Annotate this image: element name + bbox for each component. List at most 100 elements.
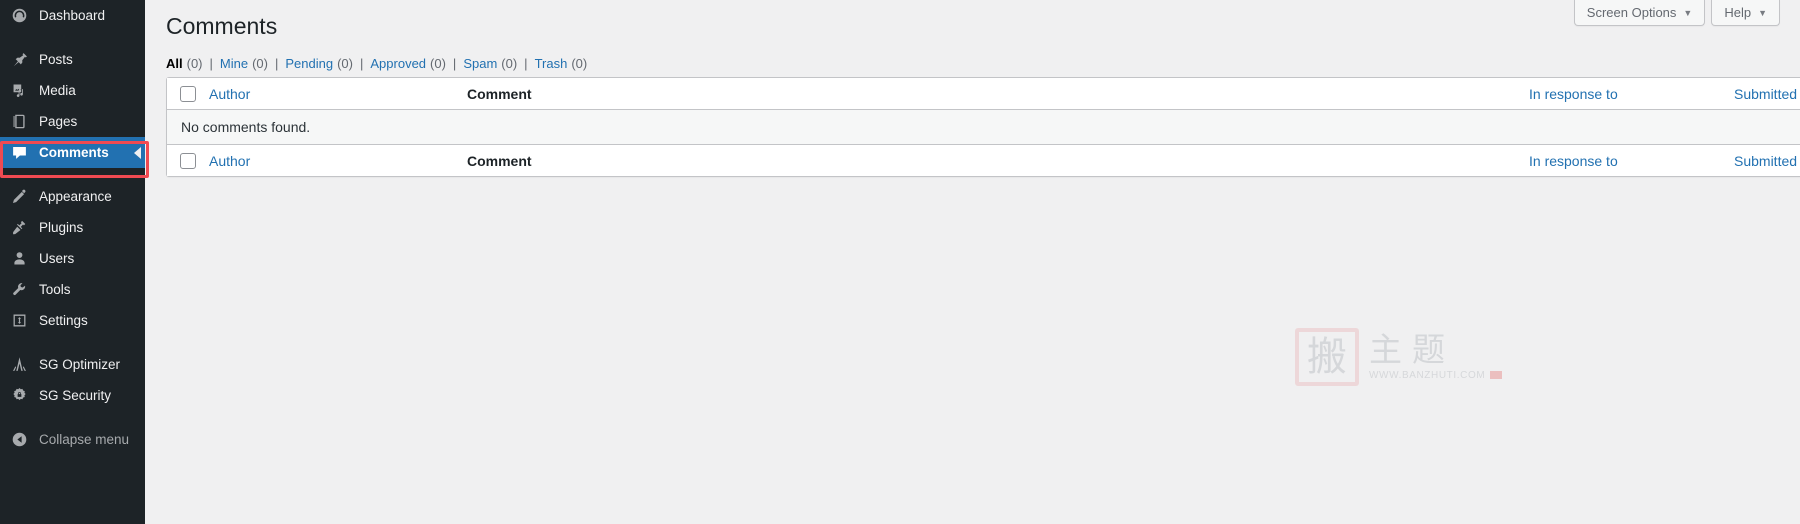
comments-table: Author Comment In response to Submitted … — [166, 77, 1800, 177]
filter-separator: | — [274, 56, 279, 71]
column-header-comment-label: Comment — [467, 85, 532, 102]
column-header-submitted-link[interactable]: Submitted on — [1734, 86, 1800, 102]
select-all-checkbox[interactable] — [180, 85, 196, 102]
sidebar-item-label: SG Optimizer — [39, 356, 121, 372]
sidebar-item-label: Pages — [39, 113, 78, 129]
empty-state-message: No comments found. — [181, 119, 311, 135]
watermark: 搬 主题 WWW.BANZHUTI.COM — [1295, 326, 1503, 388]
sidebar-item-dashboard[interactable]: Dashboard — [0, 0, 145, 31]
watermark-flag-icon — [1490, 371, 1503, 380]
column-footer-comment-label: Comment — [467, 152, 532, 169]
screen-meta-links: Screen Options ▼ Help ▼ — [1573, 0, 1780, 26]
column-header-response[interactable]: In response to — [1529, 86, 1734, 102]
column-header-author[interactable]: Author — [209, 86, 467, 102]
sidebar-item-pages[interactable]: Pages — [0, 106, 145, 137]
table-footer-row: Author Comment In response to Submitted … — [167, 144, 1800, 176]
filter-trash-count: (0) — [571, 56, 588, 71]
filter-spam-count: (0) — [501, 56, 518, 71]
column-footer-response[interactable]: In response to — [1529, 153, 1734, 169]
table-header-row: Author Comment In response to Submitted … — [167, 78, 1800, 110]
chevron-down-icon: ▼ — [1683, 7, 1693, 18]
filter-separator: | — [452, 56, 457, 71]
settings-icon — [10, 311, 29, 330]
sidebar-item-posts[interactable]: Posts — [0, 44, 145, 75]
column-footer-comment: Comment — [467, 153, 1529, 169]
sidebar-item-tools[interactable]: Tools — [0, 274, 145, 305]
help-label: Help — [1724, 5, 1752, 20]
watermark-seal: 搬 — [1295, 328, 1359, 386]
sidebar-item-media[interactable]: Media — [0, 75, 145, 106]
filter-mine-link[interactable]: Mine — [220, 56, 248, 71]
column-footer-submitted[interactable]: Submitted on — [1734, 153, 1800, 169]
watermark-url: WWW.BANZHUTI.COM — [1369, 369, 1486, 381]
sidebar-item-label: Plugins — [39, 219, 84, 235]
sidebar-item-comments[interactable]: Comments — [0, 137, 145, 168]
filter-spam-link[interactable]: Spam — [463, 56, 497, 71]
sidebar-item-label: Appearance — [39, 188, 112, 204]
filter-approved-link[interactable]: Approved — [370, 56, 426, 71]
collapse-arrow-icon — [10, 430, 29, 449]
filter-all[interactable]: All (0) — [166, 56, 203, 71]
sg-optimizer-icon — [10, 355, 29, 374]
chevron-down-icon: ▼ — [1758, 7, 1767, 18]
sidebar-item-sg-optimizer[interactable]: SG Optimizer — [0, 349, 145, 380]
screen-options-button[interactable]: Screen Options ▼ — [1573, 0, 1706, 26]
collapse-menu-label: Collapse menu — [39, 431, 130, 447]
sg-security-icon — [10, 386, 29, 405]
dashboard-icon — [10, 6, 29, 25]
users-icon — [10, 249, 29, 268]
sidebar-item-appearance[interactable]: Appearance — [0, 181, 145, 212]
column-header-submitted[interactable]: Submitted on — [1734, 86, 1800, 102]
watermark-url-line: WWW.BANZHUTI.COM — [1369, 369, 1503, 381]
sidebar-item-label: Settings — [39, 312, 88, 328]
pin-icon — [10, 50, 29, 69]
column-footer-submitted-link[interactable]: Submitted on — [1734, 153, 1800, 169]
column-header-author-link[interactable]: Author — [209, 86, 250, 102]
sidebar-item-plugins[interactable]: Plugins — [0, 212, 145, 243]
sidebar-separator — [0, 168, 145, 181]
filter-all-count: (0) — [186, 56, 203, 71]
filter-separator: | — [359, 56, 364, 71]
sidebar-item-settings[interactable]: Settings — [0, 305, 145, 336]
filter-trash-link[interactable]: Trash — [535, 56, 568, 71]
select-all-checkbox-footer[interactable] — [180, 152, 196, 169]
collapse-menu-button[interactable]: Collapse menu — [0, 424, 145, 455]
sidebar-item-sg-security[interactable]: SG Security — [0, 380, 145, 411]
media-icon — [10, 81, 29, 100]
sidebar-separator — [0, 31, 145, 44]
filter-trash[interactable]: Trash (0) — [535, 56, 588, 71]
column-header-comment: Comment — [467, 86, 1529, 102]
pages-icon — [10, 112, 29, 131]
sidebar-separator — [0, 336, 145, 349]
filter-approved[interactable]: Approved (0) — [370, 56, 446, 71]
column-footer-author-link[interactable]: Author — [209, 153, 250, 169]
filter-pending-link[interactable]: Pending — [285, 56, 333, 71]
filter-spam[interactable]: Spam (0) — [463, 56, 517, 71]
plugins-icon — [10, 218, 29, 237]
screen-options-label: Screen Options — [1586, 5, 1677, 20]
empty-state-row: No comments found. — [167, 110, 1800, 144]
sidebar-item-label: SG Security — [39, 387, 112, 403]
filter-links: All (0) | Mine (0) | Pending (0) | Appro… — [166, 56, 587, 71]
sidebar-item-label: Users — [39, 250, 75, 266]
sidebar-item-label: Comments — [39, 144, 109, 160]
sidebar-item-label: Posts — [39, 51, 73, 67]
admin-sidebar: Dashboard Posts Media Pages Comments App… — [0, 0, 149, 524]
comments-icon — [10, 143, 29, 162]
select-all-cell — [167, 85, 209, 102]
watermark-text: 主题 WWW.BANZHUTI.COM — [1369, 333, 1503, 381]
filter-pending[interactable]: Pending (0) — [285, 56, 353, 71]
page-title: Comments — [166, 13, 278, 39]
sidebar-item-label: Media — [39, 82, 76, 98]
sidebar-item-label: Tools — [39, 281, 71, 297]
column-header-response-link[interactable]: In response to — [1529, 86, 1618, 102]
filter-all-link[interactable]: All — [166, 56, 183, 71]
column-footer-response-link[interactable]: In response to — [1529, 153, 1618, 169]
sidebar-item-users[interactable]: Users — [0, 243, 145, 274]
filter-separator: | — [209, 56, 213, 71]
column-footer-author[interactable]: Author — [209, 153, 467, 169]
brush-icon — [10, 187, 29, 206]
filter-mine[interactable]: Mine (0) — [220, 56, 268, 71]
help-button[interactable]: Help ▼ — [1711, 0, 1780, 26]
filter-mine-count: (0) — [252, 56, 268, 71]
